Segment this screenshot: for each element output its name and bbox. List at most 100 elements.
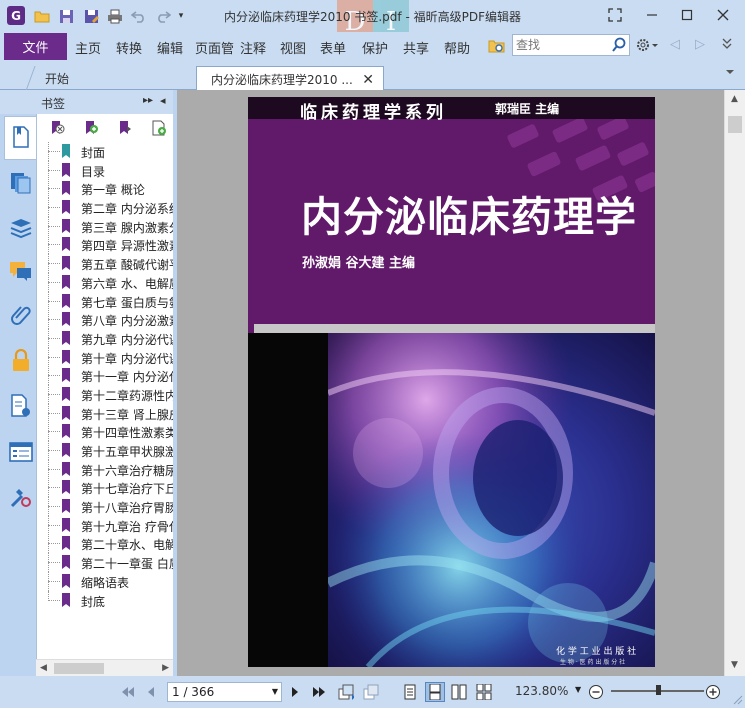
bookmark-flag-icon [61,349,71,367]
signature-document-icon[interactable] [8,393,34,419]
attachments-icon[interactable] [8,303,34,329]
document-scroll-thumb[interactable] [728,116,742,133]
last-page-icon[interactable] [311,684,327,700]
search-input[interactable] [513,35,609,55]
bookmark-item[interactable]: 第十六章治疗糖尿病 [37,459,173,479]
bookmark-delete-icon[interactable] [47,118,67,138]
bookmark-item[interactable]: 第十八章治疗胃肠 [37,497,173,517]
chevron-down-icon[interactable] [721,36,733,53]
foxit-pdf-editor-window: G ▾ D I 内分泌临床药理学2010 书签.pdf - 福昕高级PDF编辑器 [0,0,745,708]
continuous-facing-view-icon[interactable] [476,684,492,700]
bookmark-item[interactable]: 第十四章性激素类 [37,422,173,442]
bookmark-horizontal-scrollbar[interactable]: ◀ ▶ [36,659,173,676]
bookmark-item[interactable]: 第二章 内分泌系统 [37,198,173,218]
security-lock-icon[interactable] [8,348,34,374]
bookmark-label: 第二十一章蛋 白质 [81,557,173,572]
zoom-dropdown-icon[interactable]: ▼ [575,685,581,694]
bookmark-scroll-thumb[interactable] [54,663,104,674]
menu-view[interactable]: 视图 [280,38,306,57]
bookmark-item[interactable]: 第四章 异源性激素 [37,235,173,255]
article-content-icon[interactable] [8,439,34,465]
tab-start[interactable]: 开始 [25,66,200,91]
page-dropdown-icon[interactable]: ▼ [272,683,278,701]
zoom-in-icon[interactable] [705,684,721,700]
collapse-panel-icon[interactable]: ◂ [160,94,166,107]
menu-convert[interactable]: 转换 [116,38,142,57]
menu-help[interactable]: 帮助 [444,38,470,57]
bookmark-item[interactable]: 第十二章药源性内分泌 [37,384,173,404]
certificate-tools-icon[interactable] [8,484,34,510]
bookmark-item[interactable]: 目录 [37,160,173,180]
menu-comment[interactable]: 注释 [240,38,266,57]
cover-series-title: 临床药理学系列 [300,103,447,123]
zoom-level[interactable]: 123.80% [515,684,568,698]
document-vertical-scrollbar[interactable]: ▲ ▼ [724,90,745,676]
scroll-right-icon[interactable]: ▶ [162,663,169,673]
scroll-left-icon[interactable]: ◀ [40,663,47,673]
layers-icon[interactable] [8,215,34,241]
bookmark-item[interactable]: 第八章 内分泌激素 [37,310,173,330]
bookmark-add-icon[interactable] [81,118,101,138]
maximize-button[interactable] [678,6,696,24]
bookmark-item[interactable]: 第七章 蛋白质与氨基酸 [37,291,173,311]
minimize-button[interactable] [643,6,661,24]
menu-share[interactable]: 共享 [403,38,429,57]
next-view-icon[interactable] [363,684,379,700]
bookmark-item[interactable]: 第十九章治 疗骨代谢 [37,515,173,535]
search-field[interactable] [512,34,630,56]
bookmark-item[interactable]: 第十三章 肾上腺皮质 [37,403,173,423]
bookmark-item[interactable]: 第十章 内分泌代谢 [37,347,173,367]
single-page-view-icon[interactable] [402,684,418,700]
menu-page-manage[interactable]: 页面管 [195,38,237,57]
bookmark-flag-icon [61,368,71,385]
first-page-icon[interactable] [120,684,136,700]
gear-icon[interactable] [636,37,658,56]
bookmark-item[interactable]: 缩略语表 [37,571,173,591]
previous-page-icon[interactable] [143,684,159,700]
menu-edit[interactable]: 编辑 [157,38,183,57]
bookmark-item[interactable]: 第五章 酸碱代谢平衡 [37,254,173,274]
next-page-icon[interactable] [287,684,303,700]
resize-grip-icon[interactable] [733,694,743,708]
bookmark-item[interactable]: 封面 [37,142,173,161]
bookmark-item[interactable]: 第九章 内分泌代谢 [37,328,173,348]
bookmark-item[interactable]: 第二十章水、电解质 [37,534,173,554]
tab-list-icon[interactable] [725,66,735,80]
continuous-view-icon[interactable] [425,682,445,702]
bookmark-item[interactable]: 封底 [37,590,173,610]
scroll-down-icon[interactable]: ▼ [731,660,738,670]
bookmark-item[interactable]: 第六章 水、电解质 [37,272,173,292]
restore-layout-icon[interactable] [606,6,624,24]
bookmark-item[interactable]: 第二十一章蛋 白质 [37,553,173,573]
menu-protect[interactable]: 保护 [362,38,388,57]
bookmark-expand-icon[interactable] [115,118,135,138]
previous-view-icon[interactable] [338,684,354,700]
tree-branch [48,244,60,246]
zoom-out-icon[interactable] [588,684,604,700]
bookmark-item[interactable]: 第十五章甲状腺激素 [37,441,173,460]
close-icon[interactable]: ✕ [362,72,374,88]
bookmark-properties-icon[interactable] [149,118,169,138]
page-number-field[interactable]: 1 / 366 ▼ [167,682,282,702]
zoom-slider-thumb[interactable] [655,685,661,695]
menu-form[interactable]: 表单 [320,38,346,57]
search-icon[interactable] [611,37,627,56]
facing-view-icon[interactable] [451,684,467,700]
bookmark-item[interactable]: 第十七章治疗下丘脑 [37,478,173,498]
expand-panel-icon[interactable]: ▸▸ [143,95,153,106]
cover-top-strip: 临床药理学系列 郭瑞臣 主编 [248,97,655,123]
bookmark-page-icon[interactable] [8,124,34,150]
scroll-up-icon[interactable]: ▲ [731,94,738,104]
bookmark-item[interactable]: 第一章 概论 [37,179,173,199]
page-thumbnails-icon[interactable] [8,170,34,196]
bookmark-item[interactable]: 第三章 腺内激素分泌 [37,216,173,236]
next-result-icon[interactable]: ▷ [695,37,705,52]
find-folder-icon[interactable] [488,37,506,58]
prev-result-icon[interactable]: ◁ [670,37,680,52]
bookmark-item[interactable]: 第十一章 内分泌代谢 [37,366,173,386]
comments-icon[interactable] [8,258,34,284]
file-menu-button[interactable]: 文件 [4,33,67,60]
tab-document[interactable]: 内分泌临床药理学2010 ... ✕ [196,66,384,91]
close-window-button[interactable] [714,6,732,24]
menu-home[interactable]: 主页 [75,38,101,57]
